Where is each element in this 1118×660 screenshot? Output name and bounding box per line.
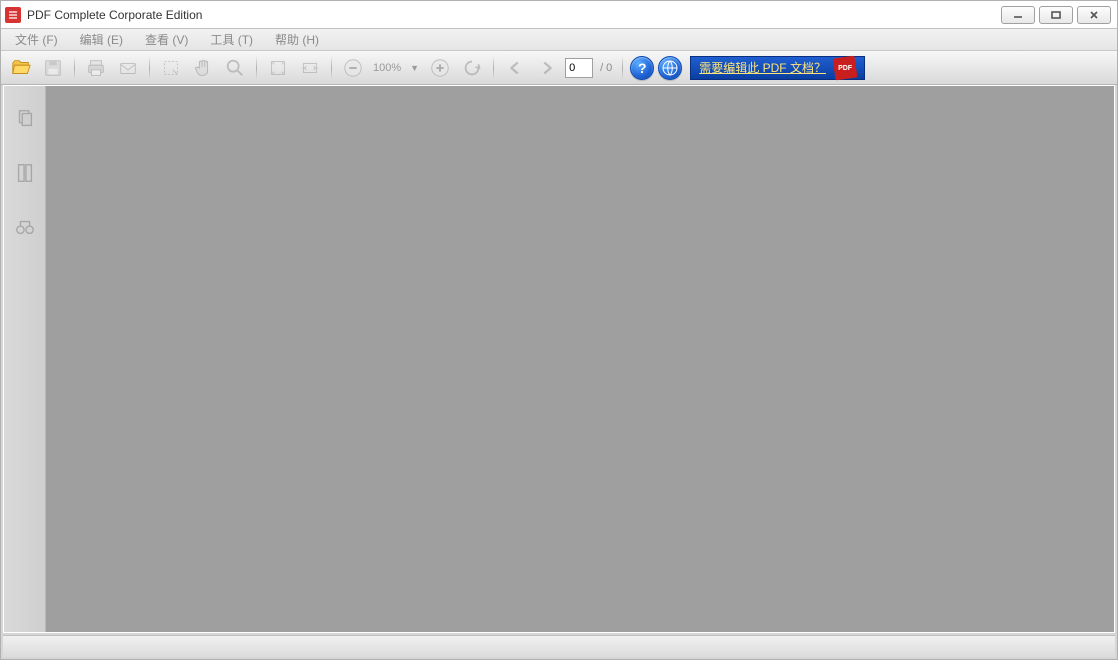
title-bar: PDF Complete Corporate Edition [0,0,1118,28]
envelope-icon [117,57,139,79]
rotate-icon [461,57,483,79]
prev-page-button[interactable] [501,55,529,81]
separator [256,56,257,80]
zoom-dropdown-caret[interactable]: ▼ [407,63,422,73]
toolbar: 100% ▼ / 0 ? 需要编辑此 PDF 文档？ PDF [1,51,1117,85]
open-button[interactable] [7,55,35,81]
arrow-right-icon [536,57,558,79]
select-rect-icon [160,57,182,79]
search-panel-button[interactable] [12,214,38,240]
zoom-in-icon [429,57,451,79]
menu-view[interactable]: 查看 (V) [135,29,198,50]
arrow-left-icon [504,57,526,79]
side-panel [4,86,46,632]
printer-icon [85,57,107,79]
menu-edit[interactable]: 编辑 (E) [70,29,133,50]
menu-tools[interactable]: 工具 (T) [200,29,263,50]
zoom-out-button[interactable] [339,55,367,81]
menu-bar: 文件 (F) 编辑 (E) 查看 (V) 工具 (T) 帮助 (H) [1,29,1117,51]
floppy-icon [42,57,64,79]
fit-width-button[interactable] [296,55,324,81]
fit-width-icon [299,57,321,79]
zoom-level-label: 100% [371,62,403,74]
menu-help[interactable]: 帮助 (H) [265,29,329,50]
page-number-input[interactable] [565,58,593,78]
window-title: PDF Complete Corporate Edition [27,8,1001,22]
pdf-badge-icon: PDF [833,55,858,80]
zoom-tool-button[interactable] [221,55,249,81]
zoom-in-button[interactable] [426,55,454,81]
globe-icon [662,60,678,76]
separator [622,56,623,80]
menu-file[interactable]: 文件 (F) [5,29,68,50]
minimize-button[interactable] [1001,6,1035,24]
edit-pdf-banner[interactable]: 需要编辑此 PDF 文档？ PDF [690,56,865,80]
status-bar [3,635,1115,657]
bookmarks-panel-button[interactable] [12,160,38,186]
select-tool-button[interactable] [157,55,185,81]
next-page-button[interactable] [533,55,561,81]
fit-page-icon [267,57,289,79]
close-button[interactable] [1077,6,1111,24]
window-body: 文件 (F) 编辑 (E) 查看 (V) 工具 (T) 帮助 (H) [0,28,1118,660]
separator [493,56,494,80]
print-button[interactable] [82,55,110,81]
fit-page-button[interactable] [264,55,292,81]
document-canvas[interactable] [46,86,1114,632]
separator [331,56,332,80]
content-area [3,85,1115,633]
separator [149,56,150,80]
hand-tool-button[interactable] [189,55,217,81]
separator [74,56,75,80]
maximize-button[interactable] [1039,6,1073,24]
folder-open-icon [10,57,32,79]
bookmark-icon [14,162,36,184]
pages-icon [14,108,36,130]
magnifier-icon [224,57,246,79]
thumbnails-panel-button[interactable] [12,106,38,132]
save-button[interactable] [39,55,67,81]
rotate-button[interactable] [458,55,486,81]
zoom-out-icon [342,57,364,79]
window-controls [1001,6,1111,24]
app-icon [5,7,21,23]
email-button[interactable] [114,55,142,81]
binoculars-icon [14,216,36,238]
web-help-button[interactable] [658,56,682,80]
page-total-label: / 0 [597,62,615,74]
banner-link[interactable]: 需要编辑此 PDF 文档？ [699,59,826,76]
hand-icon [192,57,214,79]
help-button[interactable]: ? [630,56,654,80]
